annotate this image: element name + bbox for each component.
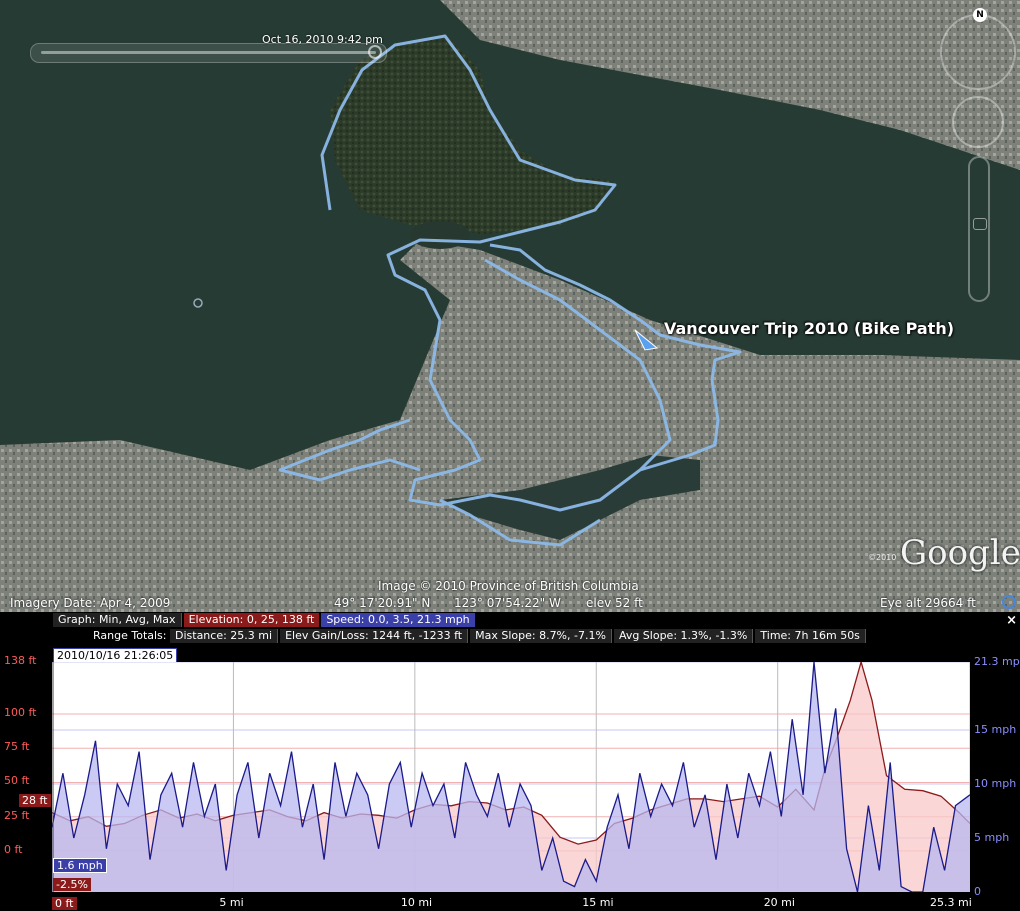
elevation-readout: elev 52 ft bbox=[586, 596, 643, 610]
right-axis-tick: 15 mph bbox=[974, 723, 1017, 737]
north-compass-icon[interactable]: N bbox=[973, 8, 987, 22]
placemark-label[interactable]: Vancouver Trip 2010 (Bike Path) bbox=[664, 319, 954, 338]
status-bar: Imagery Date: Apr 4, 2009 49° 17'20.91" … bbox=[0, 594, 1020, 612]
time-slider[interactable] bbox=[30, 43, 387, 63]
imagery-date: Imagery Date: Apr 4, 2009 bbox=[10, 596, 171, 610]
google-logo: Google bbox=[900, 533, 1020, 573]
left-axis-tick: 50 ft bbox=[4, 774, 30, 788]
range-totals-label: Range Totals: bbox=[93, 629, 167, 642]
time-slider-thumb[interactable] bbox=[368, 45, 382, 59]
streaming-status-icon bbox=[1002, 595, 1016, 609]
right-axis-tick: 0 bbox=[974, 885, 981, 898]
speed-stats[interactable]: Speed: 0.0, 3.5, 21.3 mph bbox=[321, 613, 475, 627]
time-slider-label: Oct 16, 2010 9:42 pm bbox=[262, 33, 383, 46]
close-profile-button[interactable]: × bbox=[1006, 613, 1017, 628]
left-axis-tick: 0 ft bbox=[4, 842, 23, 856]
elevation-stats[interactable]: Elevation: 0, 25, 138 ft bbox=[183, 613, 320, 627]
bottom-axis-tick: 25.3 mi bbox=[930, 896, 972, 909]
imagery-attribution: Image © 2010 Province of British Columbi… bbox=[378, 579, 639, 593]
latitude-readout: 49° 17'20.91" N bbox=[334, 596, 431, 610]
time-total: Time: 7h 16m 50s bbox=[755, 629, 866, 643]
graph-mode-label[interactable]: Graph: Min, Avg, Max bbox=[53, 613, 182, 627]
cursor-elevation-tag: 28 ft bbox=[19, 794, 51, 807]
cursor-date-tag: 2010/10/16 21:26:05 bbox=[53, 648, 178, 663]
navigation-controls[interactable]: N bbox=[938, 8, 1018, 308]
bottom-axis-tick: 15 mi bbox=[582, 896, 614, 909]
zoom-slider-knob[interactable] bbox=[973, 218, 987, 230]
google-copyright: ©2010 bbox=[868, 553, 897, 562]
right-axis-tick: 5 mph bbox=[974, 831, 1010, 844]
elevation-profile-panel[interactable]: × Graph: Min, Avg, Max Elevation: 0, 25, … bbox=[0, 612, 1020, 911]
cursor-speed-tag: 1.6 mph bbox=[53, 858, 107, 873]
satellite-imagery bbox=[0, 0, 1020, 612]
bottom-axis-tick: 10 mi bbox=[400, 896, 433, 909]
move-ring[interactable] bbox=[952, 96, 1004, 148]
distance-total: Distance: 25.3 mi bbox=[170, 629, 279, 643]
bottom-axis-tick: 5 mi bbox=[219, 896, 244, 909]
graph-stats-row: Graph: Min, Avg, Max Elevation: 0, 25, 13… bbox=[53, 613, 477, 627]
right-axis-tick: 21.3 mph bbox=[974, 655, 1020, 668]
cursor-slope-tag: -2.5% bbox=[53, 878, 91, 891]
left-axis-tick: 138 ft bbox=[4, 654, 37, 667]
look-ring[interactable] bbox=[940, 14, 1016, 90]
cursor-distance-tag: 0 ft bbox=[52, 897, 77, 910]
range-totals-row: Range Totals: Distance: 25.3 mi Elev Gain… bbox=[93, 629, 868, 643]
profile-chart[interactable] bbox=[52, 662, 970, 892]
left-axis-tick: 100 ft bbox=[4, 706, 37, 720]
avg-slope: Avg Slope: 1.3%, -1.3% bbox=[613, 629, 754, 643]
bottom-axis-tick: 20 mi bbox=[763, 896, 795, 909]
max-slope: Max Slope: 8.7%, -7.1% bbox=[470, 629, 612, 643]
longitude-readout: 123° 07'54.22" W bbox=[454, 596, 561, 610]
left-axis-tick: 25 ft bbox=[4, 808, 30, 822]
time-slider-track bbox=[41, 51, 376, 54]
elev-gain-loss: Elev Gain/Loss: 1244 ft, -1233 ft bbox=[280, 629, 469, 643]
zoom-slider[interactable] bbox=[968, 156, 990, 302]
right-axis-tick: 10 mph bbox=[974, 777, 1017, 791]
map-view[interactable]: Oct 16, 2010 9:42 pm Vancouver Trip 2010… bbox=[0, 0, 1020, 612]
eye-altitude-readout: Eye alt 29664 ft bbox=[880, 596, 976, 610]
left-axis-tick: 75 ft bbox=[4, 740, 30, 754]
